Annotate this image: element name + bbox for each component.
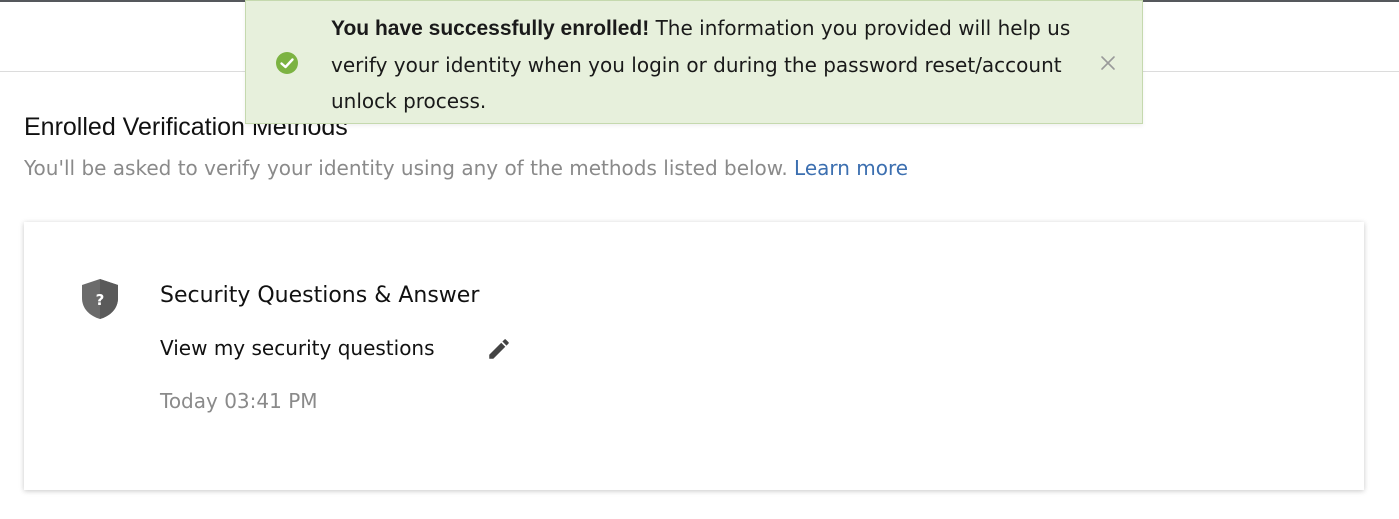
subtitle-text: You'll be asked to verify your identity … — [24, 156, 788, 180]
learn-more-link[interactable]: Learn more — [794, 156, 908, 180]
pencil-icon[interactable] — [486, 336, 512, 362]
check-circle-icon — [276, 52, 298, 74]
enrolled-timestamp: Today 03:41 PM — [160, 389, 318, 413]
shield-question-icon: ? — [82, 279, 118, 319]
svg-text:?: ? — [96, 291, 105, 309]
page-subtitle: You'll be asked to verify your identity … — [24, 156, 908, 180]
success-notification: You have successfully enrolled! The info… — [245, 0, 1143, 124]
notification-text: You have successfully enrolled! The info… — [331, 10, 1086, 119]
method-title: Security Questions & Answer — [160, 283, 480, 308]
view-security-questions-link[interactable]: View my security questions — [160, 336, 435, 360]
verification-method-card: ? Security Questions & Answer View my se… — [24, 222, 1364, 490]
close-icon[interactable] — [1098, 53, 1118, 73]
notification-title: You have successfully enrolled! — [331, 17, 650, 40]
